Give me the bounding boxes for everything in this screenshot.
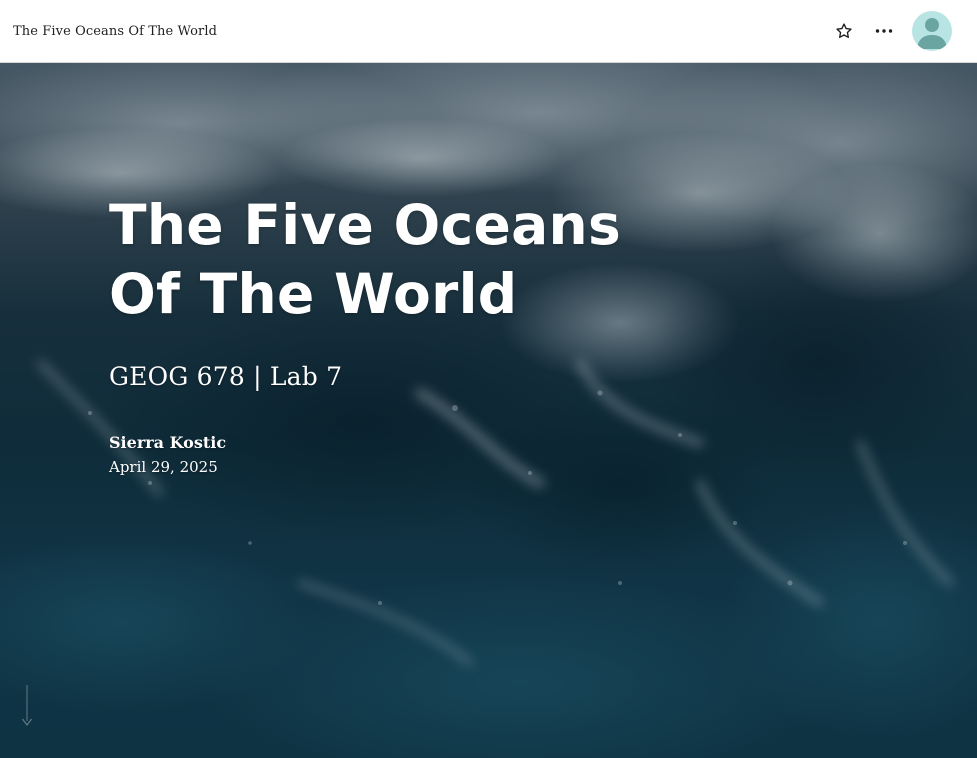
hero-text: The Five Oceans Of The World GEOG 678 | … — [109, 191, 669, 476]
story-title-line-1: The Five Oceans — [109, 193, 622, 257]
user-avatar-button[interactable] — [912, 11, 952, 51]
document-title: The Five Oceans Of The World — [13, 23, 218, 39]
top-bar: The Five Oceans Of The World — [0, 0, 977, 63]
more-options-button[interactable] — [869, 16, 899, 46]
story-subtitle: GEOG 678 | Lab 7 — [109, 362, 343, 391]
hero-cover: The Five Oceans Of The World GEOG 678 | … — [0, 63, 977, 758]
more-horizontal-icon — [875, 29, 893, 33]
story-author: Sierra Kostic — [109, 433, 227, 452]
scroll-down-button[interactable] — [20, 685, 34, 729]
story-title-line-2: Of The World — [109, 262, 518, 326]
user-avatar-icon — [917, 18, 947, 49]
story-title: The Five Oceans Of The World — [109, 191, 669, 329]
favorite-button[interactable] — [829, 16, 859, 46]
star-outline-icon — [836, 23, 852, 38]
story-date: April 29, 2025 — [109, 458, 218, 476]
top-actions — [829, 0, 952, 63]
arrow-down-icon — [22, 685, 32, 726]
